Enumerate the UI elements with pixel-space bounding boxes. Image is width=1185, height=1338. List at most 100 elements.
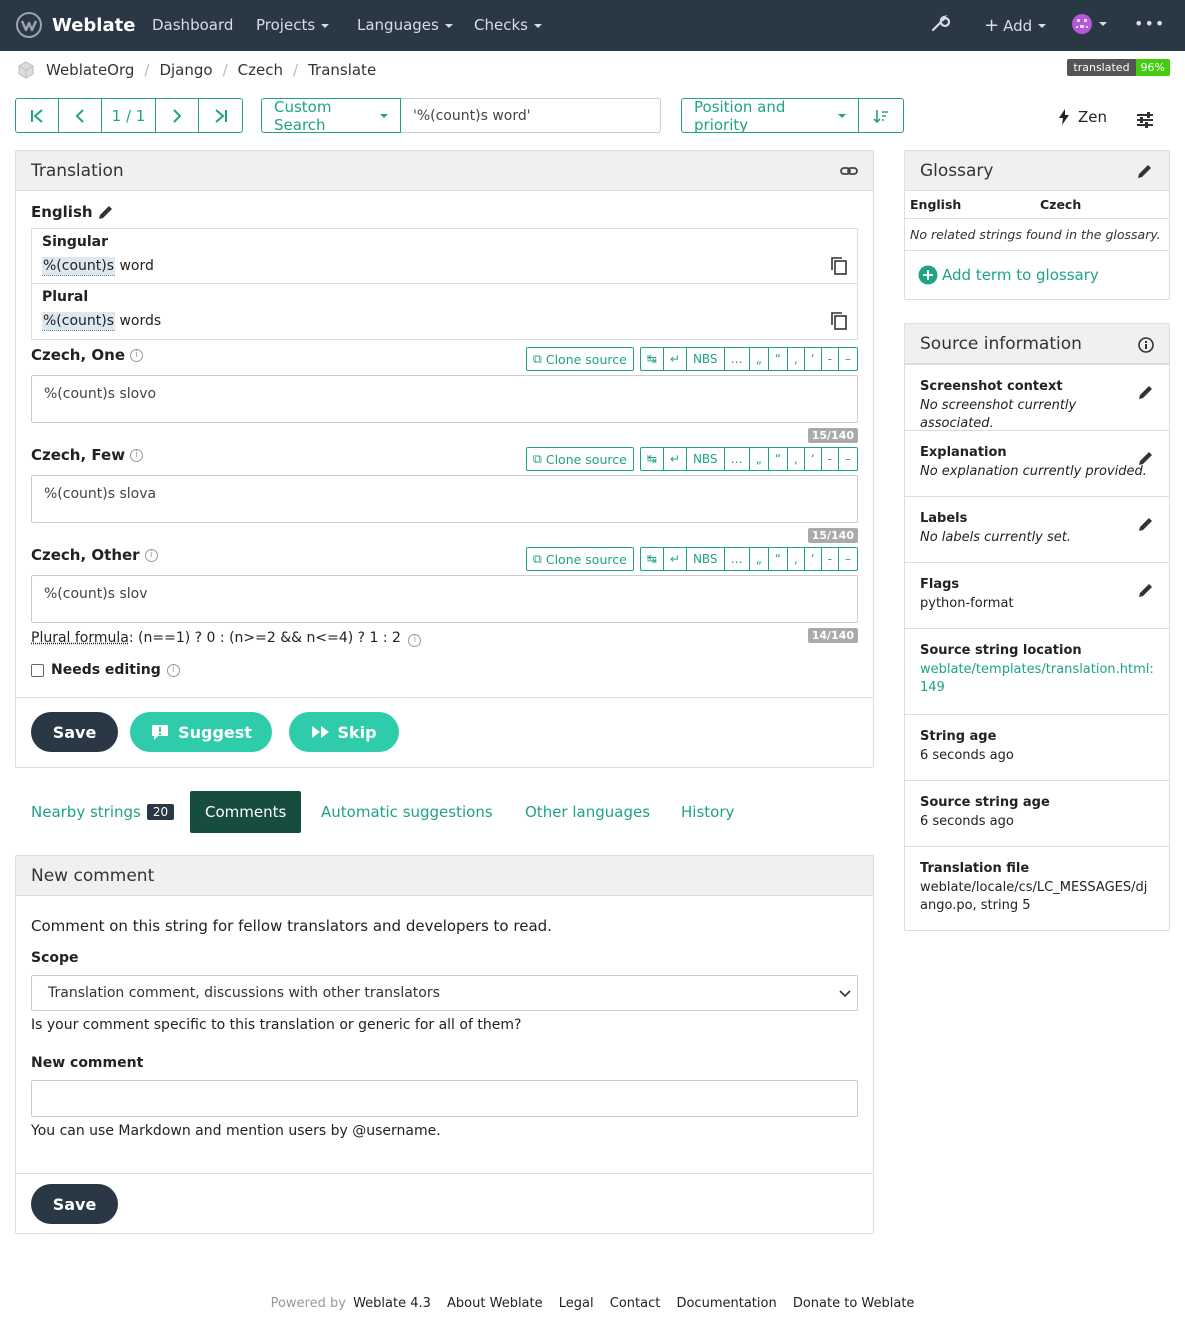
sort-direction-button[interactable] [859,98,904,133]
clone-source-button[interactable]: ⧉ Clone source [525,347,634,371]
pencil-icon[interactable] [1137,449,1155,467]
key-tab[interactable]: ↹ [641,548,664,570]
nav-checks[interactable]: Checks [474,16,542,34]
key-nbsp[interactable]: NBS [687,448,725,470]
key-high-quote[interactable]: “ [769,548,788,570]
key-single-quote[interactable]: ‘ [805,548,822,570]
clone-source-button[interactable]: ⧉ Clone source [525,547,634,571]
next-button[interactable] [156,99,199,132]
suggest-button[interactable]: Suggest [130,712,272,752]
key-ellipsis[interactable]: … [725,448,750,470]
info-circle-icon[interactable] [1138,337,1154,353]
copy-icon[interactable] [831,312,847,330]
wrench-button[interactable] [930,13,950,33]
footer-about-link[interactable]: About Weblate [447,1296,543,1311]
key-newline[interactable]: ↵ [664,548,687,570]
key-hyphen[interactable]: - [822,448,839,470]
key-high-quote[interactable]: “ [769,448,788,470]
save-button[interactable]: Save [31,712,118,752]
last-button[interactable] [199,99,242,132]
key-newline[interactable]: ↵ [664,348,687,370]
more-menu-button[interactable]: ••• [1134,14,1165,33]
nav-languages[interactable]: Languages [357,16,453,34]
clone-source-button[interactable]: ⧉ Clone source [525,447,634,471]
first-button[interactable] [16,99,59,132]
nav-dashboard[interactable]: Dashboard [152,16,233,34]
tab-automatic-suggestions[interactable]: Automatic suggestions [321,791,493,833]
pencil-icon[interactable] [97,203,115,221]
pencil-icon[interactable] [1137,581,1155,599]
search-input[interactable]: '%(count)s word' [401,98,661,133]
tab-other-languages[interactable]: Other languages [525,791,650,833]
info-value: 6 seconds ago [920,814,1014,829]
key-tab[interactable]: ↹ [641,348,664,370]
key-low-quote[interactable]: „ [750,348,769,370]
char-counter: 14/140 [807,628,858,643]
brand[interactable]: Weblate [16,12,135,38]
breadcrumb-component[interactable]: Django [159,61,212,79]
key-tab[interactable]: ↹ [641,448,664,470]
pencil-icon[interactable] [1136,162,1154,180]
copy-icon[interactable] [831,257,847,275]
key-newline[interactable]: ↵ [664,448,687,470]
needs-editing-label[interactable]: Needs editing [51,662,161,678]
translation-textarea-other[interactable]: %(count)s slov [31,575,858,623]
key-ellipsis[interactable]: … [725,548,750,570]
breadcrumb-project[interactable]: WeblateOrg [46,61,134,79]
search-mode-dropdown[interactable]: Custom Search [261,98,401,134]
key-hyphen[interactable]: - [822,548,839,570]
sort-dropdown[interactable]: Position and priority [681,98,859,134]
add-term-button[interactable]: Add term to glossary [918,265,1099,285]
breadcrumb-language[interactable]: Czech [238,61,283,79]
footer-version-link[interactable]: Weblate 4.3 [353,1296,431,1311]
breadcrumb-separator: / [293,61,299,79]
new-comment-panel: New comment Comment on this string for f… [15,855,874,1234]
skip-button[interactable]: Skip [289,712,399,752]
footer-legal-link[interactable]: Legal [559,1296,594,1311]
add-menu[interactable]: + Add [984,15,1047,36]
link-icon[interactable] [840,162,858,180]
user-menu[interactable] [1071,13,1107,35]
status-badge[interactable]: translated 96% [1067,59,1170,76]
key-dash[interactable]: – [839,348,857,370]
key-single-quote[interactable]: ‘ [805,448,822,470]
new-comment-input[interactable] [31,1080,858,1117]
key-ellipsis[interactable]: … [725,348,750,370]
scope-select[interactable]: Translation comment, discussions with ot… [31,975,858,1011]
pencil-icon[interactable] [1137,515,1155,533]
footer-donate-link[interactable]: Donate to Weblate [793,1296,915,1311]
sliders-icon[interactable] [1136,111,1154,129]
tab-comments[interactable]: Comments [190,791,302,833]
translation-textarea-few[interactable]: %(count)s slova [31,475,858,523]
needs-editing-checkbox[interactable] [31,663,44,677]
key-low-quote[interactable]: „ [750,548,769,570]
footer-contact-link[interactable]: Contact [610,1296,661,1311]
key-dash[interactable]: – [839,448,857,470]
key-dash[interactable]: – [839,548,857,570]
translation-textarea-one[interactable]: %(count)s slovo [31,375,858,423]
previous-button[interactable] [59,99,102,132]
key-single-quote[interactable]: ‘ [805,348,822,370]
special-chars: ↹ ↵ NBS … „ “ , ‘ - – [639,547,858,571]
comment-save-button[interactable]: Save [31,1184,118,1224]
key-hyphen[interactable]: - [822,348,839,370]
plural-formula-value: : (n==1) ? 0 : (n>=2 && n<=4) ? 1 : 2 [128,630,401,646]
key-low-quote[interactable]: „ [750,448,769,470]
divider [16,697,873,698]
info-icon: i [130,448,144,462]
key-comma[interactable]: , [788,548,805,570]
tab-nearby-strings[interactable]: Nearby strings 20 [31,791,175,833]
key-high-quote[interactable]: “ [769,348,788,370]
status-badge-value: 96% [1135,59,1170,76]
nav-projects[interactable]: Projects [256,16,330,34]
tab-history[interactable]: History [681,791,734,833]
key-nbsp[interactable]: NBS [687,548,725,570]
pencil-icon[interactable] [1137,383,1155,401]
footer-documentation-link[interactable]: Documentation [676,1296,776,1311]
suggest-label: Suggest [178,722,252,742]
key-comma[interactable]: , [788,448,805,470]
zen-button[interactable]: Zen [1058,108,1107,126]
key-nbsp[interactable]: NBS [687,348,725,370]
key-comma[interactable]: , [788,348,805,370]
source-location-link[interactable]: weblate/templates/translation.html:149 [920,661,1154,697]
